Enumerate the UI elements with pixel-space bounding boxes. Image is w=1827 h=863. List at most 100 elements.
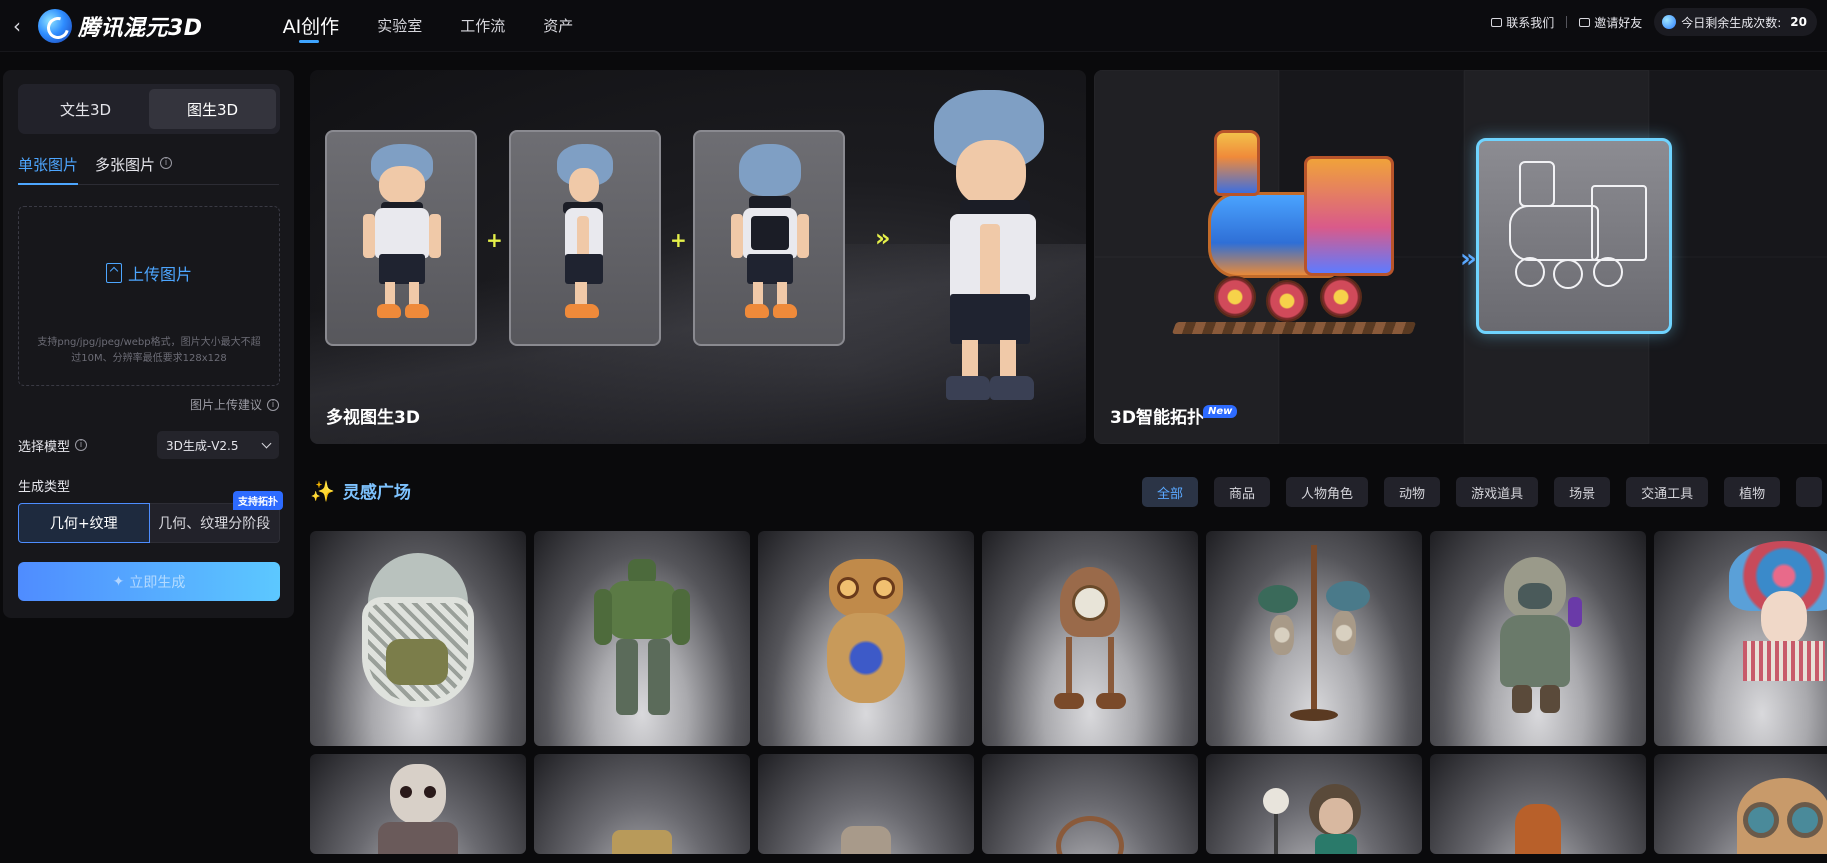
banner-multiview[interactable]: + + » 多视图生3D (310, 70, 1086, 444)
tab-image-to-3d[interactable]: 图生3D (149, 89, 276, 129)
invite-friends-link[interactable]: 邀请好友 (1579, 14, 1642, 31)
gallery-card[interactable] (534, 754, 750, 854)
double-chevron-right-icon: » (875, 224, 891, 252)
filter-vehicles[interactable]: 交通工具 (1626, 477, 1709, 507)
contact-us-label: 联系我们 (1506, 15, 1555, 30)
upload-dropzone[interactable]: 上传图片 支持png/jpg/jpeg/webp格式，图片大小最大不超过10M、… (18, 206, 280, 386)
mail-icon (1491, 17, 1503, 27)
info-icon[interactable]: i (160, 157, 173, 169)
main-nav: AI创作 实验室 工作流 资产 (283, 0, 612, 52)
wireframe-train-image (1501, 161, 1651, 311)
inspiration-gallery (310, 531, 1827, 862)
back-chevron-left-icon[interactable]: ‹ (2, 0, 32, 52)
gen-type-options: 几何+纹理 几何、纹理分阶段 支持拓扑 (18, 491, 283, 543)
gallery-row (310, 754, 1827, 854)
credits-count: 20 (1790, 15, 1807, 29)
model-select-value: 3D生成-V2.5 (166, 438, 239, 453)
egg-chair-model-image (362, 553, 474, 718)
gift-icon (1579, 17, 1591, 27)
logo[interactable]: 腾讯混元3D (38, 8, 203, 43)
top-bar: ‹ 腾讯混元3D AI创作 实验室 工作流 资产 联系我们 邀请好友 今日剩余生… (0, 0, 1827, 52)
character-side-image (551, 142, 621, 332)
option-geometry-texture[interactable]: 几何+纹理 (18, 503, 150, 543)
mode-switch: 文生3D 图生3D (18, 84, 280, 134)
filter-game-props[interactable]: 游戏道具 (1456, 477, 1539, 507)
logo-text: 腾讯混元3D (78, 15, 203, 41)
goggles-creature-model-image (1729, 778, 1827, 854)
gallery-card[interactable] (310, 531, 526, 746)
gallery-card[interactable] (1654, 531, 1827, 746)
upload-icon (105, 263, 122, 283)
category-filters: 全部 商品 人物角色 动物 游戏道具 场景 交通工具 植物 (1142, 477, 1823, 507)
gallery-row (310, 531, 1827, 746)
tab-single-image[interactable]: 单张图片 (18, 154, 79, 185)
character-3d-result-image (920, 88, 1070, 428)
tab-multi-image[interactable]: 多张图片 i (95, 154, 173, 184)
skull-staff-girl-model-image (1259, 784, 1369, 854)
view-card-front (325, 130, 477, 346)
hunyuan-logo-icon (38, 8, 72, 43)
new-badge: New (1203, 405, 1238, 418)
filter-characters[interactable]: 人物角色 (1286, 477, 1369, 507)
green-robot-model-image (594, 559, 690, 719)
double-chevron-right-icon: » (1460, 244, 1477, 274)
filter-plants[interactable]: 植物 (1724, 477, 1781, 507)
generate-button[interactable]: ✦ 立即生成 (18, 562, 280, 601)
gallery-card[interactable] (1206, 754, 1422, 854)
credits-pill[interactable]: 今日剩余生成次数: 20 (1654, 8, 1817, 36)
credit-coin-icon (1662, 15, 1677, 29)
filter-more[interactable] (1796, 477, 1823, 507)
info-icon[interactable]: i (75, 439, 88, 451)
nav-ai-create[interactable]: AI创作 (283, 0, 339, 52)
plus-icon: + (670, 228, 687, 252)
gallery-card[interactable] (758, 531, 974, 746)
nav-workflow[interactable]: 工作流 (460, 0, 505, 52)
filter-goods[interactable]: 商品 (1214, 477, 1271, 507)
tab-text-to-3d[interactable]: 文生3D (22, 89, 149, 129)
gallery-card[interactable] (310, 754, 526, 854)
gallery-card[interactable] (1654, 754, 1827, 854)
topology-badge: 支持拓扑 (233, 491, 283, 510)
model-select[interactable]: 3D生成-V2.5 (157, 431, 279, 459)
filter-animals[interactable]: 动物 (1384, 477, 1441, 507)
gallery-card[interactable] (1430, 531, 1646, 746)
character-front-image (357, 142, 447, 332)
model-row: 选择模型 i 3D生成-V2.5 (18, 431, 279, 459)
plus-icon: + (486, 228, 503, 252)
view-card-side (509, 130, 661, 346)
view-card-back (693, 130, 845, 346)
upload-label: 上传图片 (127, 265, 192, 284)
gallery-card[interactable] (1206, 531, 1422, 746)
gallery-card[interactable] (982, 754, 1198, 854)
tiki-model-image (1503, 804, 1573, 854)
model-label-text: 选择模型 (18, 439, 71, 455)
wireframe-card (1476, 138, 1672, 334)
gallery-card[interactable] (982, 531, 1198, 746)
jeweled-owl-model-image (823, 559, 909, 719)
gallery-card[interactable] (534, 531, 750, 746)
nav-assets[interactable]: 资产 (543, 0, 573, 52)
contact-us-link[interactable]: 联系我们 (1491, 14, 1554, 31)
inspiration-title: 灵感广场 (342, 483, 411, 503)
tab-multi-image-label: 多张图片 (95, 156, 156, 174)
upload-button[interactable]: 上传图片 (19, 261, 279, 285)
tab-single-image-label: 单张图片 (18, 156, 79, 174)
gallery-card[interactable] (1430, 754, 1646, 854)
banner-topology[interactable]: » 3D智能拓扑 New (1094, 70, 1827, 444)
divider (1566, 16, 1568, 28)
banner-multiview-title: 多视图生3D (326, 408, 420, 428)
filter-all[interactable]: 全部 (1142, 477, 1199, 507)
generation-panel: 文生3D 图生3D 单张图片 多张图片 i 上传图片 支持png/jpg/jpe… (3, 70, 294, 618)
gallery-card[interactable] (758, 754, 974, 854)
upload-advice-link[interactable]: 图片上传建议 i (18, 396, 279, 413)
grape-candelabra-model-image (1256, 545, 1372, 725)
inspiration-header: ✨ 灵感广场 (310, 478, 411, 504)
chevron-down-icon (261, 438, 272, 448)
sparkle-icon: ✦ (112, 573, 125, 590)
filter-scenes[interactable]: 场景 (1554, 477, 1611, 507)
crown-model-image (612, 824, 672, 854)
credits-label: 今日剩余生成次数: (1681, 15, 1782, 30)
image-count-tabs: 单张图片 多张图片 i (18, 154, 279, 185)
banner-topology-title: 3D智能拓扑 (1110, 408, 1204, 428)
nav-lab[interactable]: 实验室 (377, 0, 422, 52)
